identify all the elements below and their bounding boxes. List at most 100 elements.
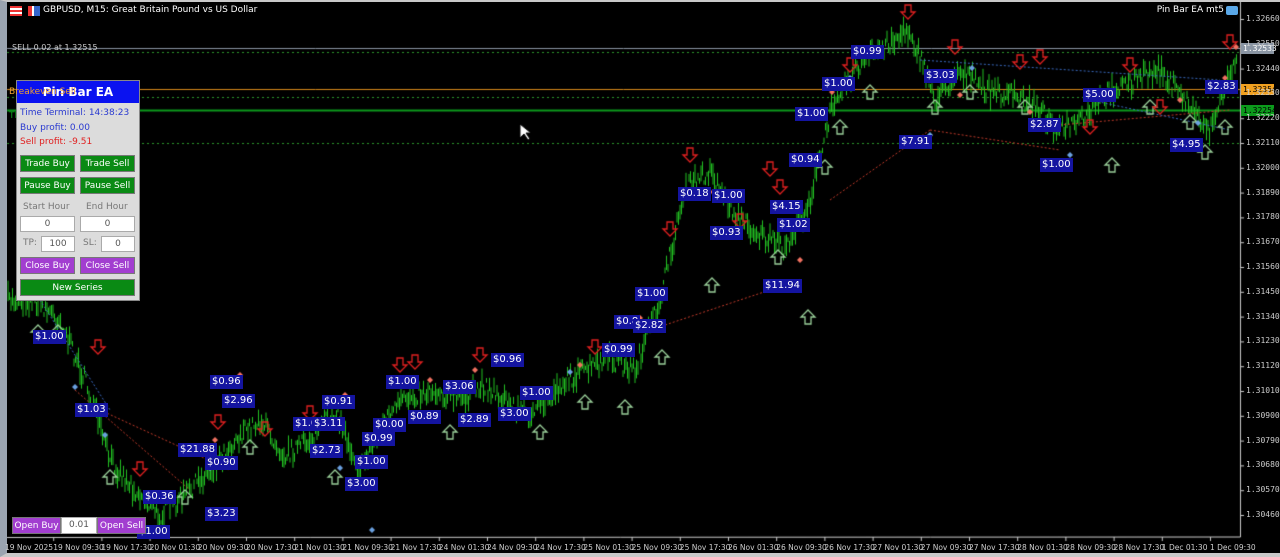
x-tick-label: 27 Nov 01:30 <box>872 543 924 552</box>
x-tick-label: 20 Nov 01:30 <box>149 543 201 552</box>
sl-label: SL: <box>83 238 97 248</box>
y-tick-label: 1.31450 <box>1246 286 1280 296</box>
profit-label: $3.23 <box>205 507 238 521</box>
x-tick-label: 26 Nov 17:30 <box>824 543 875 552</box>
x-tick-label: 24 Nov 09:30 <box>487 543 538 552</box>
profit-label: $21.88 <box>178 443 217 457</box>
profit-label: $0.94 <box>789 153 822 167</box>
x-tick-label: 19 Nov 09:30 <box>53 543 104 552</box>
x-tick-label: 24 Nov 17:30 <box>535 543 586 552</box>
y-tick-label: 1.32660 <box>1246 14 1280 23</box>
profit-label: $5.00 <box>1083 88 1116 102</box>
profit-label: $7.91 <box>899 135 932 149</box>
x-tick-label: 19 Nov 2025 <box>5 543 54 552</box>
sl-input[interactable]: 0 <box>101 236 135 252</box>
profit-label: $3.03 <box>924 69 957 83</box>
breakeven-line-label: Breakeven Sell <box>9 87 76 97</box>
end-hour-input[interactable]: 0 <box>80 216 135 232</box>
terminal-time: Time Terminal: 14:38:23 <box>20 108 130 118</box>
x-tick-label: 28 Nov 09:30 <box>1065 543 1116 552</box>
profit-label: $0.91 <box>322 395 355 409</box>
x-tick-label: 21 Nov 09:30 <box>342 543 393 552</box>
start-hour-input[interactable]: 0 <box>20 216 75 232</box>
x-tick-label: 21 Nov 17:30 <box>390 543 442 552</box>
x-tick-label: 1 Dec 01:30 <box>1161 543 1208 552</box>
profit-label: $1.00 <box>386 375 419 389</box>
profit-label: $1.00 <box>712 189 745 203</box>
profit-label: $0.89 <box>408 410 441 424</box>
profit-label: $1.02 <box>777 218 810 232</box>
x-tick-label: 1 Dec 09:30 <box>1210 543 1256 552</box>
x-tick-label: 21 Nov 01:30 <box>294 543 345 552</box>
y-tick-label: 1.30790 <box>1246 435 1280 445</box>
profit-label: $2.83 <box>1205 80 1238 94</box>
profit-label: $2.96 <box>222 394 255 408</box>
x-tick-label: 25 Nov 17:30 <box>679 543 731 552</box>
y-tick-label: 1.32330 <box>1246 88 1280 98</box>
y-tick-label: 1.31230 <box>1246 336 1280 346</box>
x-tick-label: 26 Nov 09:30 <box>776 543 827 552</box>
close-sell-button[interactable]: Close Sell <box>80 257 135 274</box>
x-tick-label: 25 Nov 01:30 <box>583 543 634 552</box>
profit-label: $11.94 <box>763 279 802 293</box>
y-tick-label: 1.31890 <box>1246 187 1280 197</box>
tp-label: TP: <box>23 238 37 248</box>
profit-label: $1.00 <box>1040 158 1073 172</box>
x-tick-label: 20 Nov 17:30 <box>246 543 297 552</box>
menu-icon[interactable] <box>10 6 22 16</box>
profit-label: $1.00 <box>795 107 828 121</box>
profit-label: $3.00 <box>498 407 531 421</box>
y-tick-label: 1.30460 <box>1246 510 1280 519</box>
close-buy-button[interactable]: Close Buy <box>20 257 75 274</box>
chart-type-icon[interactable] <box>28 6 40 16</box>
lot-size-input[interactable]: 0.01 <box>61 517 97 534</box>
profit-label: $4.95 <box>1170 138 1203 152</box>
profit-label: $2.89 <box>458 413 491 427</box>
profit-label: $1.00 <box>355 455 388 469</box>
x-tick-label: 20 Nov 09:30 <box>197 543 249 552</box>
open-buy-button[interactable]: Open Buy <box>12 517 61 534</box>
profit-label: $3.11 <box>312 417 345 431</box>
y-tick-label: 1.30680 <box>1246 460 1280 470</box>
ea-hat-icon[interactable] <box>1226 6 1238 15</box>
x-tick-label: 28 Nov 01:30 <box>1017 543 1068 552</box>
profit-label: $0.00 <box>373 418 406 432</box>
x-tick-label: 27 Nov 09:30 <box>920 543 972 552</box>
y-tick-label: 1.31340 <box>1246 311 1280 321</box>
trade-buy-button[interactable]: Trade Buy <box>20 155 75 172</box>
profit-label: $0.93 <box>710 226 743 240</box>
new-series-button[interactable]: New Series <box>20 279 135 296</box>
profit-label: $0.99 <box>602 343 635 357</box>
ea-panel: Pin Bar EA Time Terminal: 14:38:23 Buy p… <box>16 80 140 301</box>
end-hour-label: End Hour <box>86 202 128 212</box>
profit-label: $2.73 <box>310 444 343 458</box>
y-tick-label: 1.31120 <box>1246 361 1280 371</box>
profit-label: $0.96 <box>491 353 524 367</box>
profit-label: $0.18 <box>678 187 711 201</box>
y-tick-label: 1.32000 <box>1246 162 1280 172</box>
tp-input[interactable]: 100 <box>41 236 75 252</box>
profit-label: $2.82 <box>633 319 666 333</box>
profit-label: $0.96 <box>210 375 243 389</box>
y-tick-label: 1.32550 <box>1246 38 1280 48</box>
open-sell-button[interactable]: Open Sell <box>97 517 146 534</box>
ea-name: Pin Bar EA mt5 <box>1156 5 1224 15</box>
y-tick-label: 1.32220 <box>1246 113 1280 123</box>
chart-title: GBPUSD, M15: Great Britain Pound vs US D… <box>43 5 258 15</box>
start-hour-label: Start Hour <box>23 202 70 212</box>
y-tick-label: 1.30900 <box>1246 410 1280 420</box>
sell-order-line-label: SELL 0.02 at 1.32515 <box>12 43 98 52</box>
profit-label: $3.00 <box>345 477 378 491</box>
profit-label: $0.90 <box>205 456 238 470</box>
y-tick-label: 1.31670 <box>1246 237 1280 247</box>
buy-profit: Buy profit: 0.00 <box>20 123 90 133</box>
pause-buy-button[interactable]: Pause Buy <box>20 177 75 194</box>
y-tick-label: 1.32440 <box>1246 63 1280 73</box>
trade-sell-button[interactable]: Trade Sell <box>80 155 135 172</box>
profit-label: $0.36 <box>143 490 176 504</box>
profit-label: $1.00 <box>520 386 553 400</box>
sell-profit: Sell profit: -9.51 <box>20 137 93 147</box>
profit-label: $2.87 <box>1028 118 1061 132</box>
pause-sell-button[interactable]: Pause Sell <box>80 177 135 194</box>
x-tick-label: 27 Nov 17:30 <box>969 543 1020 552</box>
